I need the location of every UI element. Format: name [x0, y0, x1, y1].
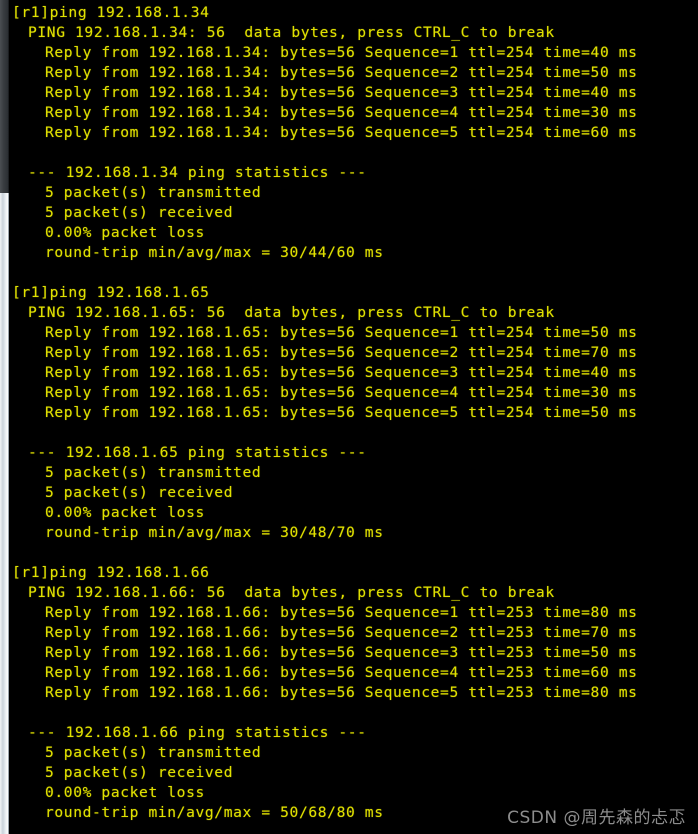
ping-reply-line: Reply from 192.168.1.66: bytes=56 Sequen…: [45, 644, 638, 661]
spacer-line: [10, 543, 698, 563]
stats-line: round-trip min/avg/max = 50/68/80 ms: [45, 804, 384, 821]
spacer-line: [10, 703, 698, 723]
scrollbar-thumb[interactable]: [0, 0, 9, 193]
ping-header-line: PING 192.168.1.65: 56 data bytes, press …: [28, 304, 555, 321]
stats-header-line: --- 192.168.1.34 ping statistics ---: [28, 164, 367, 181]
ping-reply-line: Reply from 192.168.1.34: bytes=56 Sequen…: [45, 64, 638, 81]
ping-reply-line: Reply from 192.168.1.66: bytes=56 Sequen…: [45, 684, 638, 701]
stats-line: 5 packet(s) transmitted: [45, 184, 262, 201]
ping-reply-line: Reply from 192.168.1.65: bytes=56 Sequen…: [45, 344, 638, 361]
stats-line: 5 packet(s) received: [45, 764, 234, 781]
stats-line: round-trip min/avg/max = 30/48/70 ms: [45, 524, 384, 541]
ping-reply-line: Reply from 192.168.1.34: bytes=56 Sequen…: [45, 104, 638, 121]
vertical-scrollbar[interactable]: [0, 0, 9, 834]
ping-reply-line: Reply from 192.168.1.66: bytes=56 Sequen…: [45, 604, 638, 621]
ping-reply-line: Reply from 192.168.1.65: bytes=56 Sequen…: [45, 324, 638, 341]
ping-reply-line: Reply from 192.168.1.34: bytes=56 Sequen…: [45, 124, 638, 141]
stats-line: 0.00% packet loss: [45, 504, 205, 521]
ping-reply-line: Reply from 192.168.1.65: bytes=56 Sequen…: [45, 384, 638, 401]
stats-header-line: --- 192.168.1.66 ping statistics ---: [28, 724, 367, 741]
stats-line: 5 packet(s) transmitted: [45, 464, 262, 481]
console-output[interactable]: [r1]ping 192.168.1.34 PING 192.168.1.34: …: [10, 0, 698, 834]
ping-header-line: PING 192.168.1.34: 56 data bytes, press …: [28, 24, 555, 41]
stats-line: 0.00% packet loss: [45, 224, 205, 241]
stats-line: round-trip min/avg/max = 30/44/60 ms: [45, 244, 384, 261]
spacer-line: [10, 143, 698, 163]
ping-reply-line: Reply from 192.168.1.34: bytes=56 Sequen…: [45, 44, 638, 61]
spacer-line: [10, 423, 698, 443]
spacer-line: [10, 263, 698, 283]
command-line: [r1]ping 192.168.1.34: [12, 4, 210, 21]
command-line: [r1]ping 192.168.1.66: [12, 564, 210, 581]
ping-reply-line: Reply from 192.168.1.66: bytes=56 Sequen…: [45, 664, 638, 681]
terminal-window: [r1]ping 192.168.1.34 PING 192.168.1.34: …: [0, 0, 698, 834]
stats-line: 0.00% packet loss: [45, 784, 205, 801]
stats-line: 5 packet(s) transmitted: [45, 744, 262, 761]
stats-line: 5 packet(s) received: [45, 204, 234, 221]
ping-reply-line: Reply from 192.168.1.65: bytes=56 Sequen…: [45, 404, 638, 421]
ping-reply-line: Reply from 192.168.1.34: bytes=56 Sequen…: [45, 84, 638, 101]
ping-header-line: PING 192.168.1.66: 56 data bytes, press …: [28, 584, 555, 601]
stats-line: 5 packet(s) received: [45, 484, 234, 501]
ping-reply-line: Reply from 192.168.1.65: bytes=56 Sequen…: [45, 364, 638, 381]
ping-reply-line: Reply from 192.168.1.66: bytes=56 Sequen…: [45, 624, 638, 641]
stats-header-line: --- 192.168.1.65 ping statistics ---: [28, 444, 367, 461]
command-line: [r1]ping 192.168.1.65: [12, 284, 210, 301]
